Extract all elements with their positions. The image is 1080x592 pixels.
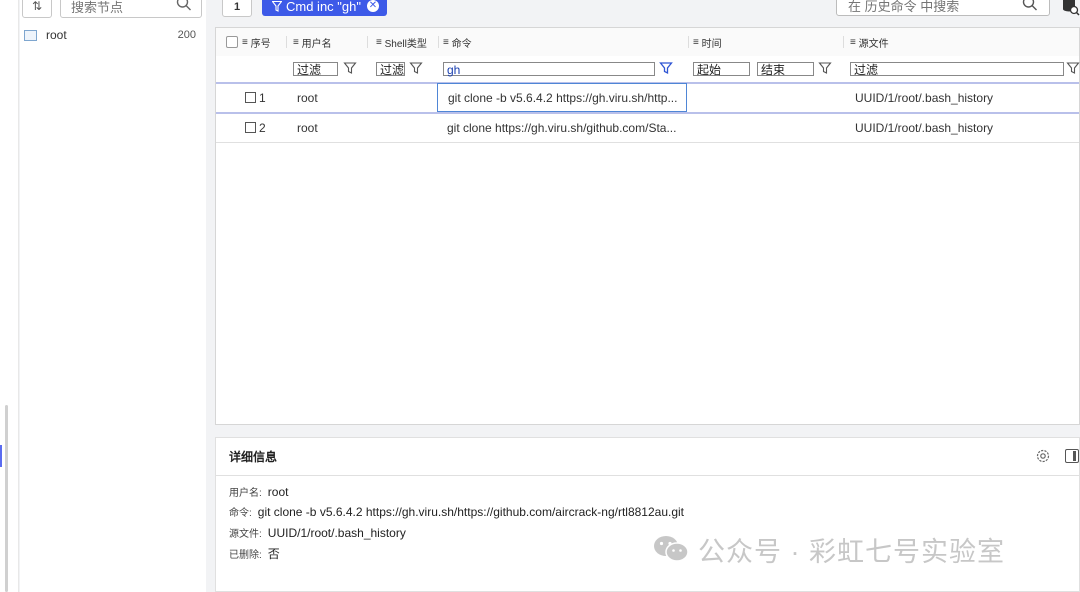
column-separator[interactable] [843, 36, 844, 48]
header-shell-type[interactable]: ≡ Shell类型 [376, 28, 427, 56]
filter-chip-label: Cmd inc "gh" [286, 0, 361, 14]
source-file-cell[interactable]: UUID/1/root/.bash_history [855, 83, 993, 112]
header-time-label: 时间 [701, 38, 722, 50]
filter-row: 过滤 过滤 gh 起始 结束 过滤 [216, 56, 1080, 84]
source-file-cell[interactable]: UUID/1/root/.bash_history [855, 113, 993, 142]
node-search-input[interactable] [69, 0, 173, 18]
detail-deleted-line: 已删除: 否 [229, 545, 280, 562]
left-active-marker [0, 445, 2, 467]
filter-icon[interactable] [342, 60, 358, 76]
left-scrollbar[interactable] [5, 405, 8, 592]
source-file-filter-input[interactable]: 过滤 [850, 62, 1064, 77]
search-icon[interactable] [1021, 0, 1039, 13]
command-filter-input[interactable]: gh [443, 62, 655, 77]
watermark-text: 公众号 · 彩虹七号实验室 [698, 536, 1005, 567]
close-icon[interactable]: ✕ [366, 0, 379, 12]
detail-value: 否 [267, 547, 280, 561]
sort-icon: ⇅ [31, 0, 43, 13]
row-checkbox[interactable] [245, 92, 256, 103]
page-number-button[interactable]: 1 [222, 0, 252, 17]
header-source-file[interactable]: ≡ 源文件 [850, 28, 889, 56]
column-separator[interactable] [286, 36, 287, 48]
row-checkbox[interactable] [245, 122, 256, 133]
menu-icon: ≡ [850, 36, 859, 48]
header-index-label: 序号 [250, 38, 271, 50]
filter-icon [272, 0, 282, 12]
terminal-icon [24, 29, 37, 41]
detail-value: UUID/1/root/.bash_history [267, 526, 406, 540]
detail-panel: 详细信息 用户名: root 命令: git clone -b v5.6.4.2 h… [215, 437, 1080, 592]
menu-icon: ≡ [443, 36, 452, 48]
shell-type-filter-input[interactable]: 过滤 [376, 62, 405, 77]
header-time[interactable]: ≡ 时间 [693, 28, 722, 56]
detail-title: 详细信息 [229, 450, 278, 464]
username-cell[interactable]: root [297, 83, 318, 112]
page-number-label: 1 [233, 0, 241, 13]
header-index[interactable]: ≡ 序号 [226, 28, 271, 56]
search-icon[interactable] [175, 0, 193, 13]
detail-header: 详细信息 [216, 438, 1079, 476]
header-shell-type-label: Shell类型 [384, 38, 427, 50]
detail-command-line: 命令: git clone -b v5.6.4.2 https://gh.viru… [229, 504, 684, 519]
menu-icon: ≡ [242, 36, 251, 48]
menu-icon: ≡ [693, 36, 702, 48]
detail-source-line: 源文件: UUID/1/root/.bash_history [229, 525, 406, 540]
gear-icon[interactable] [1034, 447, 1052, 465]
row-index-cell[interactable]: 2 [245, 113, 266, 142]
table-row[interactable]: 1 root git clone -b v5.6.4.2 https://gh.… [216, 83, 1079, 114]
wechat-icon [654, 536, 689, 562]
history-search-input[interactable] [846, 0, 1020, 16]
command-cell[interactable]: git clone https://gh.viru.sh/github.com/… [447, 113, 687, 142]
column-separator[interactable] [688, 36, 689, 48]
table-header: ≡ 序号 ≡ 用户名 ≡ Shell类型 ≡ 命令 ≡ 时间 ≡ 源文件 [216, 28, 1079, 57]
filter-icon[interactable] [817, 60, 833, 76]
history-table: ≡ 序号 ≡ 用户名 ≡ Shell类型 ≡ 命令 ≡ 时间 ≡ 源文件 过滤 … [215, 27, 1080, 425]
header-source-file-label: 源文件 [858, 38, 889, 50]
row-index: 2 [259, 120, 266, 135]
select-all-checkbox[interactable] [226, 36, 238, 48]
filter-icon[interactable] [1065, 60, 1080, 76]
time-start-input[interactable]: 起始 [693, 62, 750, 77]
column-separator[interactable] [438, 36, 439, 48]
detail-value: git clone -b v5.6.4.2 https://gh.viru.sh… [257, 505, 685, 519]
tree-node-label: root [46, 28, 67, 42]
node-tree-panel [20, 0, 206, 592]
active-filter-chip[interactable]: Cmd inc "gh" ✕ [262, 0, 387, 16]
menu-icon: ≡ [376, 36, 385, 48]
detail-label: 已删除: [229, 550, 262, 561]
row-index: 1 [259, 90, 266, 105]
tree-node-root[interactable]: root 200 [24, 26, 196, 44]
node-search-box[interactable] [60, 0, 202, 18]
filter-icon[interactable] [408, 60, 424, 76]
row-index-cell[interactable]: 1 [245, 83, 266, 112]
database-search-icon[interactable] [1061, 0, 1080, 16]
detail-label: 命令: [229, 508, 252, 519]
menu-icon: ≡ [293, 36, 302, 48]
header-command-label: 命令 [451, 38, 472, 50]
column-separator[interactable] [367, 36, 368, 48]
left-edge-strip [0, 0, 19, 592]
watermark: 公众号 · 彩虹七号实验室 [652, 530, 1005, 568]
username-cell[interactable]: root [297, 113, 318, 142]
filter-active-icon[interactable] [658, 60, 674, 76]
detail-value: root [267, 485, 289, 499]
table-row[interactable]: 2 root git clone https://gh.viru.sh/gith… [216, 113, 1079, 143]
sort-button[interactable]: ⇅ [22, 0, 52, 18]
time-end-input[interactable]: 结束 [757, 62, 814, 77]
detail-label: 源文件: [229, 529, 262, 540]
command-cell-selected[interactable]: git clone -b v5.6.4.2 https://gh.viru.sh… [437, 83, 687, 112]
history-search-box[interactable] [836, 0, 1050, 16]
detail-username-line: 用户名: root [229, 484, 288, 499]
panel-layout-icon[interactable] [1065, 449, 1079, 463]
header-username[interactable]: ≡ 用户名 [293, 28, 332, 56]
username-filter-input[interactable]: 过滤 [293, 62, 338, 77]
detail-label: 用户名: [229, 488, 262, 499]
header-command[interactable]: ≡ 命令 [443, 28, 472, 56]
header-username-label: 用户名 [301, 38, 332, 50]
tree-node-count: 200 [177, 29, 196, 41]
